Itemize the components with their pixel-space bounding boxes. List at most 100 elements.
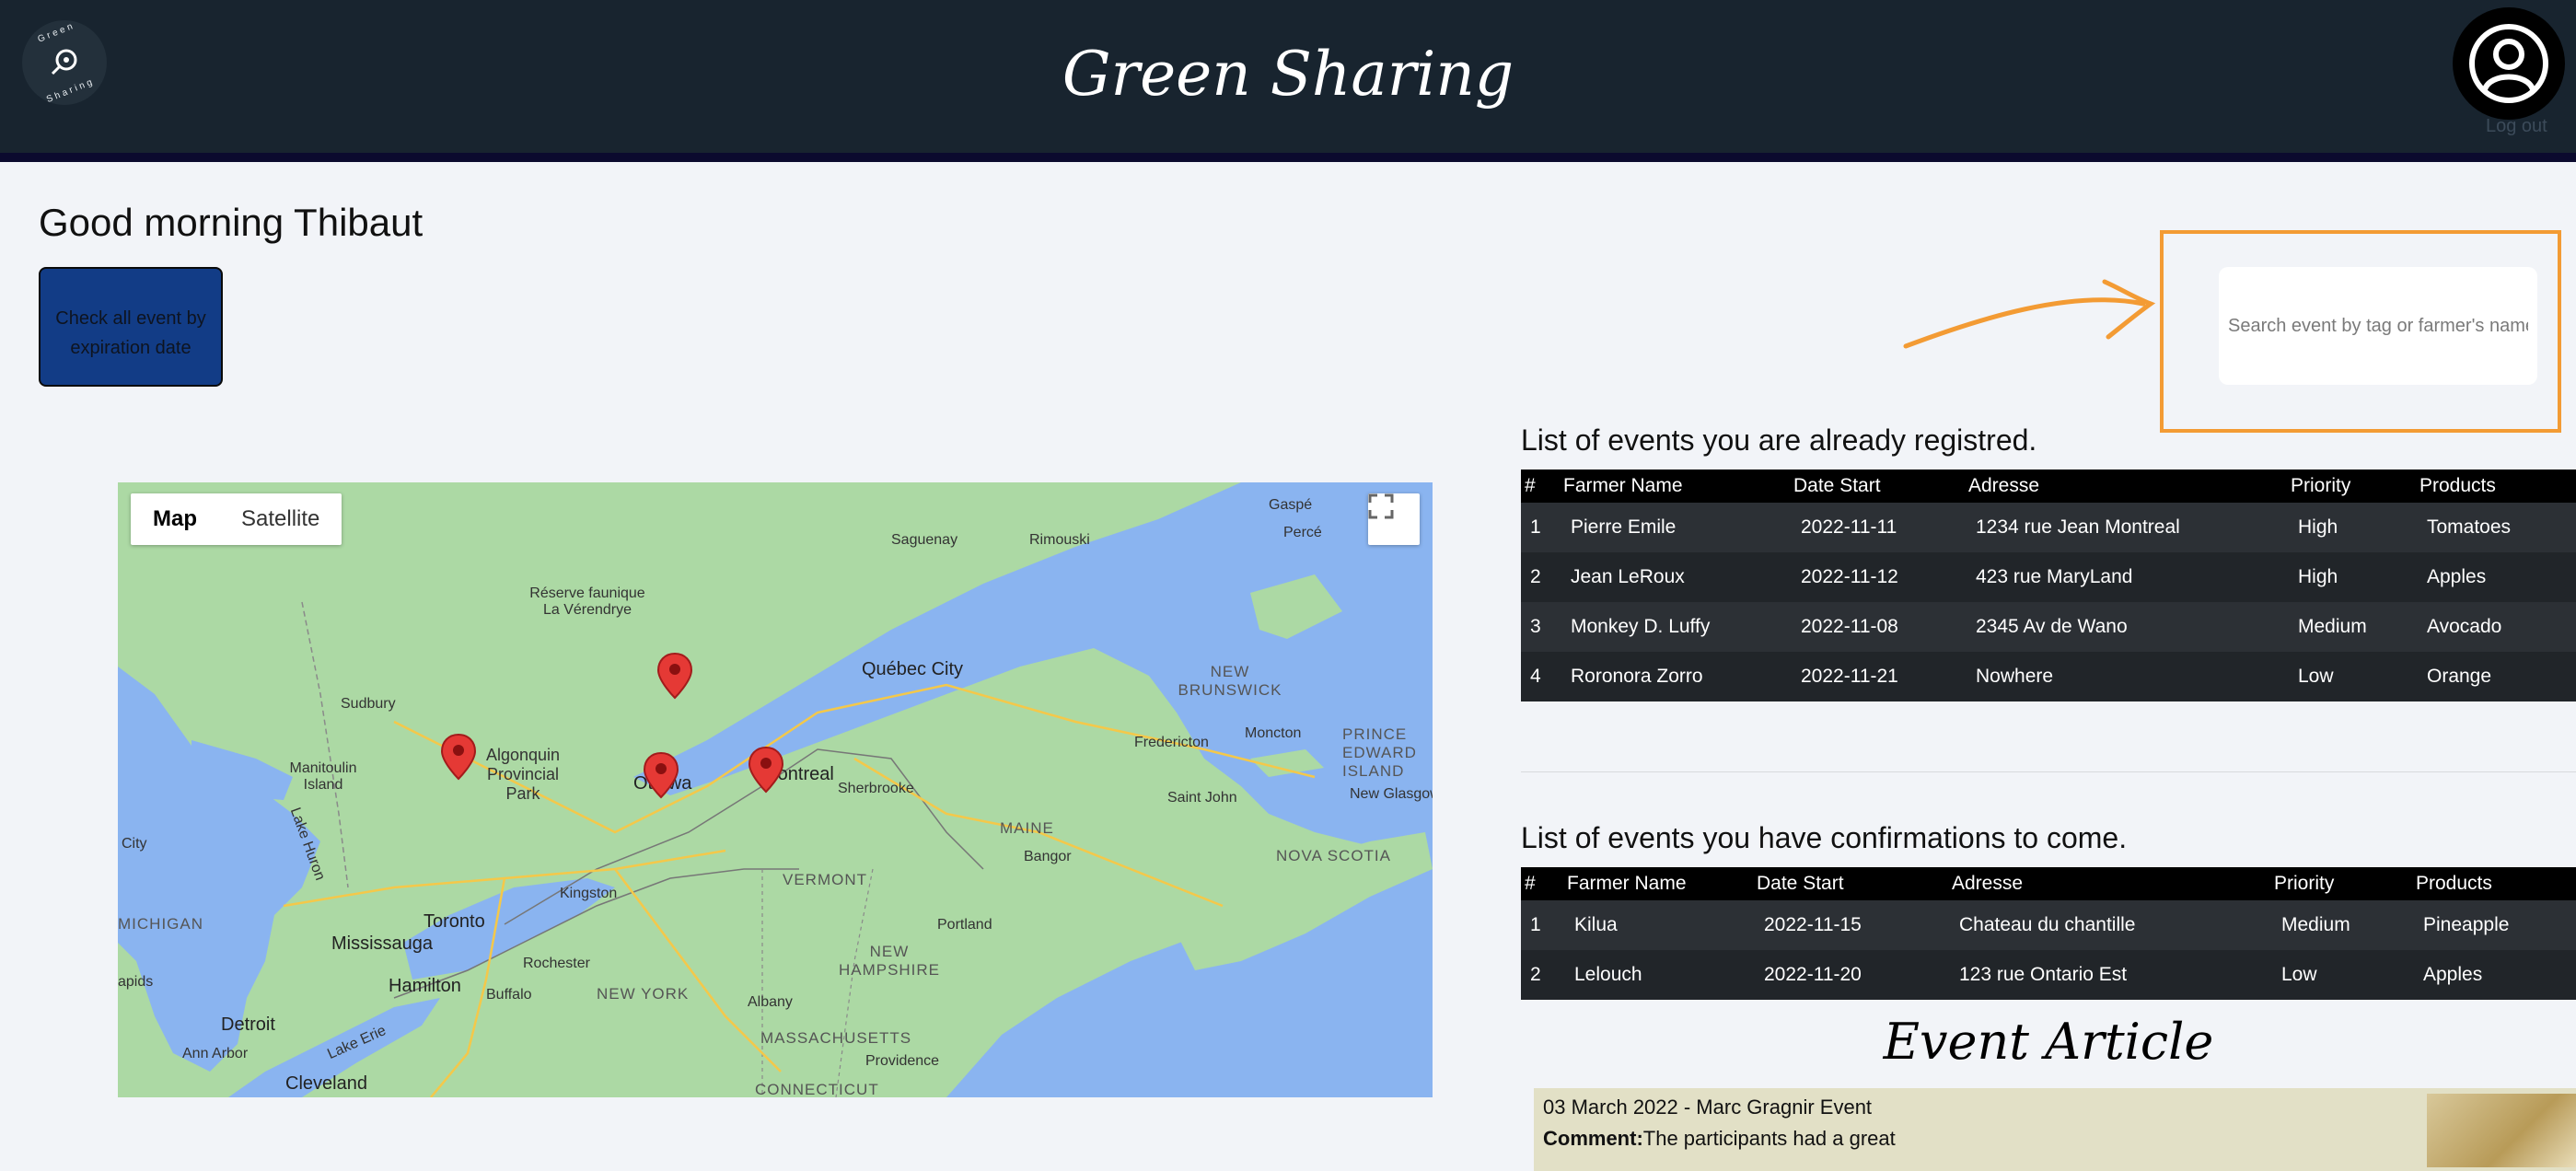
table-cell: 2 <box>1521 950 1563 1000</box>
section-divider <box>1521 771 2576 772</box>
table-cell: Roronora Zorro <box>1560 652 1790 701</box>
table-header-row: # Farmer Name Date Start Adresse Priorit… <box>1521 867 2576 900</box>
column-header: # <box>1521 867 1563 900</box>
table-cell: 2345 Av de Wano <box>1965 602 2287 652</box>
table-cell: 2022-11-12 <box>1790 552 1965 602</box>
map-label-manitoulin: Manitoulin Island <box>289 760 357 793</box>
table-cell: High <box>2287 503 2416 552</box>
map-label-bangor: Bangor <box>1024 849 1072 864</box>
map-label-saguenay: Saguenay <box>891 532 958 548</box>
map-marker-icon[interactable] <box>748 746 784 794</box>
event-article-title: Event Article <box>1883 1013 2214 1071</box>
column-header: Farmer Name <box>1563 867 1753 900</box>
top-header: Green Sharing Green Sharing Log out <box>0 0 2576 162</box>
table-cell: 3 <box>1521 602 1560 652</box>
column-header: Priority <box>2287 470 2416 503</box>
column-header: Priority <box>2270 867 2412 900</box>
table-cell: Jean LeRoux <box>1560 552 1790 602</box>
map-label-massachusetts: MASSACHUSETTS <box>760 1029 912 1047</box>
table-header-row: # Farmer Name Date Start Adresse Priorit… <box>1521 470 2576 503</box>
table-row[interactable]: 1 Pierre Emile 2022-11-11 1234 rue Jean … <box>1521 503 2576 552</box>
map-marker-icon[interactable] <box>643 751 679 799</box>
table-row[interactable]: 2 Lelouch 2022-11-20 123 rue Ontario Est… <box>1521 950 2576 1000</box>
table-row[interactable]: 1 Kilua 2022-11-15 Chateau du chantille … <box>1521 900 2576 950</box>
map-label-algonquin: Algonquin Provincial Park <box>485 746 561 803</box>
column-header: Adresse <box>1948 867 2270 900</box>
map-label-new-glasgow: New Glasgow <box>1350 786 1433 802</box>
map-label-gaspe: Gaspé <box>1269 497 1313 513</box>
table-cell: Pierre Emile <box>1560 503 1790 552</box>
table-cell: 2022-11-08 <box>1790 602 1965 652</box>
article-comment: Comment:The participants had a great <box>1543 1127 2567 1151</box>
map-label-detroit: Detroit <box>221 1014 275 1035</box>
search-input[interactable] <box>2219 267 2537 385</box>
column-header: Products <box>2416 470 2576 503</box>
table-row[interactable]: 4 Roronora Zorro 2022-11-21 Nowhere Low … <box>1521 652 2576 701</box>
map-marker-icon[interactable] <box>656 652 693 700</box>
fullscreen-icon <box>1368 493 1394 519</box>
map-label-maine: MAINE <box>1000 819 1054 837</box>
table-cell: Nowhere <box>1965 652 2287 701</box>
map-label-cleveland: Cleveland <box>285 1073 367 1094</box>
map-type-map-button[interactable]: Map <box>131 493 219 545</box>
map-label-rimouski: Rimouski <box>1029 532 1090 548</box>
registered-events-title: List of events you are already registred… <box>1521 423 2037 457</box>
map-label-fredericton: Fredericton <box>1134 735 1209 750</box>
map-label-ann-arbor: Ann Arbor <box>182 1046 249 1061</box>
map-label-vermont: VERMONT <box>783 871 867 888</box>
map-label-nova-scotia: NOVA SCOTIA <box>1276 847 1391 864</box>
table-cell: Kilua <box>1563 900 1753 950</box>
map-marker-icon[interactable] <box>440 733 477 781</box>
table-cell: 2022-11-15 <box>1753 900 1948 950</box>
arrow-annotation-icon <box>1903 279 2156 349</box>
map-label-new-brunswick: NEW BRUNSWICK <box>1178 663 1282 699</box>
map-label-pei: PRINCE EDWARD ISLAND <box>1342 725 1417 780</box>
table-cell: Low <box>2270 950 2412 1000</box>
table-cell: High <box>2287 552 2416 602</box>
article-heading: 03 March 2022 - Marc Gragnir Event <box>1543 1096 1873 1119</box>
table-row[interactable]: 3 Monkey D. Luffy 2022-11-08 2345 Av de … <box>1521 602 2576 652</box>
map-label-moncton: Moncton <box>1245 725 1302 741</box>
table-cell: Orange <box>2416 652 2576 701</box>
map-label-rochester: Rochester <box>523 956 590 971</box>
map-label-sherbrooke: Sherbrooke <box>838 781 914 796</box>
table-cell: Chateau du chantille <box>1948 900 2270 950</box>
events-map[interactable]: Map Satellite Gaspé Percé Saguenay Rimou… <box>118 482 1433 1097</box>
table-cell: 1 <box>1521 503 1560 552</box>
table-cell: 2 <box>1521 552 1560 602</box>
map-label-hamilton: Hamilton <box>389 976 461 996</box>
user-icon <box>2469 24 2548 103</box>
fullscreen-button[interactable] <box>1368 493 1420 545</box>
article-comment-text: The participants had a great <box>1642 1127 1896 1150</box>
registered-events-table: # Farmer Name Date Start Adresse Priorit… <box>1521 470 2576 701</box>
table-cell: Monkey D. Luffy <box>1560 602 1790 652</box>
table-cell: 123 rue Ontario Est <box>1948 950 2270 1000</box>
map-label-connecticut: CONNECTICUT <box>755 1081 879 1097</box>
confirmations-table: # Farmer Name Date Start Adresse Priorit… <box>1521 867 2576 1000</box>
map-label-saint-john: Saint John <box>1167 790 1237 806</box>
column-header: Farmer Name <box>1560 470 1790 503</box>
logout-link[interactable]: Log out <box>2486 116 2547 137</box>
map-label-mississauga: Mississauga <box>331 933 434 954</box>
table-cell: 4 <box>1521 652 1560 701</box>
article-image <box>2427 1094 2576 1167</box>
check-expiration-button[interactable]: Check all event by expiration date <box>39 267 223 387</box>
table-cell: Tomatoes <box>2416 503 2576 552</box>
map-label-reserve: Réserve faunique La Vérendrye <box>529 586 645 618</box>
map-label-new-york: NEW YORK <box>597 985 690 1003</box>
event-article-card[interactable]: 03 March 2022 - Marc Gragnir Event Comme… <box>1534 1088 2576 1171</box>
table-row[interactable]: 2 Jean LeRoux 2022-11-12 423 rue MaryLan… <box>1521 552 2576 602</box>
map-label-new-hampshire: NEW HAMPSHIRE <box>838 943 941 979</box>
table-cell: Apples <box>2416 552 2576 602</box>
table-cell: Low <box>2287 652 2416 701</box>
column-header: Adresse <box>1965 470 2287 503</box>
table-cell: Pineapple <box>2412 900 2576 950</box>
map-type-satellite-button[interactable]: Satellite <box>219 493 342 545</box>
greeting-title: Good morning Thibaut <box>39 201 424 244</box>
map-label-portland: Portland <box>937 917 992 933</box>
table-cell: Medium <box>2270 900 2412 950</box>
profile-button[interactable] <box>2453 7 2565 120</box>
site-title: Green Sharing <box>1062 39 1514 110</box>
column-header: Date Start <box>1790 470 1965 503</box>
map-label-perce: Percé <box>1283 525 1322 540</box>
